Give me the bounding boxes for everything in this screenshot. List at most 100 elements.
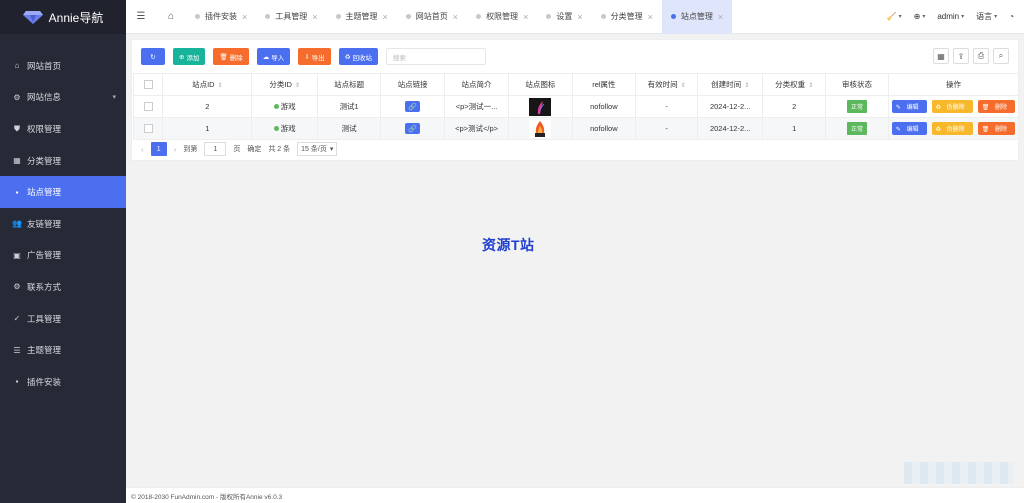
export-table-icon[interactable]: ⇪ bbox=[953, 48, 969, 64]
tab-sites[interactable]: 站点管理 × bbox=[661, 0, 733, 34]
tab-settings[interactable]: 设置 × bbox=[537, 0, 591, 34]
close-icon[interactable]: × bbox=[718, 12, 723, 22]
prev-page-icon[interactable]: ‹ bbox=[141, 145, 144, 154]
delete-row-button[interactable]: 🗑 删除 bbox=[977, 122, 1015, 135]
tab-home[interactable]: 网站首页 × bbox=[397, 0, 467, 34]
globe-button[interactable]: ⊕ ▾ bbox=[914, 12, 926, 21]
soft-delete-button[interactable]: ♻ 伪删除 bbox=[931, 100, 973, 113]
column-header[interactable]: 有效时间 ⇕ bbox=[635, 73, 699, 96]
tab-dot bbox=[600, 14, 606, 19]
status-badge: 正常 bbox=[847, 100, 868, 113]
close-icon[interactable]: × bbox=[242, 12, 247, 22]
import-button[interactable]: ☁ 导入 bbox=[256, 48, 291, 65]
home-icon[interactable]: ⌂ bbox=[156, 0, 186, 34]
sidebar-item-home[interactable]: ⌂ 网站首页 bbox=[0, 50, 126, 82]
delete-button[interactable]: 🗑 删除 bbox=[213, 48, 249, 65]
category-icon: ▦ bbox=[13, 156, 21, 166]
close-icon[interactable]: × bbox=[312, 12, 317, 22]
export-button[interactable]: ⇩ 导出 bbox=[298, 48, 331, 65]
chevron-down-icon: ▾ bbox=[898, 14, 902, 20]
select-all-checkbox[interactable] bbox=[143, 80, 153, 90]
header-label: 有效时间 bbox=[647, 80, 678, 89]
cell-created: 2024-12-2... bbox=[697, 117, 764, 140]
page-input[interactable]: 1 bbox=[204, 142, 227, 156]
edit-button[interactable]: ✎ 编辑 bbox=[891, 100, 927, 113]
shield-icon: ⛊ bbox=[14, 123, 20, 133]
print-icon[interactable]: ⎙ bbox=[973, 48, 989, 64]
cell-id: 1 bbox=[162, 117, 253, 140]
next-page-icon[interactable]: › bbox=[174, 145, 177, 154]
chevron-down-icon: ▾ bbox=[112, 94, 116, 102]
theme-button[interactable]: ◔ bbox=[1009, 12, 1014, 21]
recycle-bin-button[interactable]: ♻ 回收站 bbox=[338, 48, 378, 65]
row-checkbox[interactable] bbox=[143, 124, 153, 134]
row-select-cell[interactable] bbox=[132, 117, 164, 140]
language-menu[interactable]: 语言 ▾ bbox=[976, 11, 997, 22]
sidebar-item-contact[interactable]: ⚙ 联系方式 bbox=[0, 271, 126, 303]
tab-categories[interactable]: 分类管理 × bbox=[592, 0, 662, 34]
sort-icon[interactable]: ⇕ bbox=[744, 83, 749, 89]
gear-icon: ⚙ bbox=[13, 92, 21, 102]
tab-tools[interactable]: 工具管理 × bbox=[256, 0, 326, 34]
sidebar-item-ads[interactable]: ▣ 广告管理 bbox=[0, 240, 126, 272]
link-icon[interactable]: 🔗 bbox=[405, 101, 421, 112]
sort-icon[interactable]: ⇕ bbox=[681, 83, 686, 89]
search-icon[interactable]: ⌕ bbox=[993, 48, 1009, 64]
confirm-button[interactable]: 确定 bbox=[247, 144, 261, 154]
chevron-down-icon: ▾ bbox=[922, 14, 926, 20]
sidebar-item-categories[interactable]: ▦ 分类管理 bbox=[0, 145, 126, 177]
delete-row-button[interactable]: 🗑 删除 bbox=[977, 100, 1015, 113]
clear-cache-button[interactable]: 🧹 ▾ bbox=[887, 12, 902, 21]
column-header[interactable]: 分类ID ⇕ bbox=[251, 73, 318, 96]
current-page[interactable]: 1 bbox=[150, 142, 167, 156]
user-menu[interactable]: admin ▾ bbox=[937, 12, 964, 21]
menu-toggle-icon[interactable]: ☰ bbox=[126, 0, 156, 34]
columns-icon[interactable]: ▦ bbox=[933, 48, 949, 64]
close-icon[interactable]: × bbox=[577, 12, 582, 22]
close-icon[interactable]: × bbox=[523, 12, 528, 22]
cell-title: 测试 bbox=[316, 117, 382, 140]
close-icon[interactable]: × bbox=[453, 12, 458, 22]
sidebar-item-sites[interactable]: ▪ 站点管理 bbox=[0, 176, 126, 208]
tab-permissions[interactable]: 权限管理 × bbox=[467, 0, 537, 34]
link-icon[interactable]: 🔗 bbox=[405, 123, 421, 134]
page-unit-label: 页 bbox=[233, 146, 241, 153]
row-checkbox[interactable] bbox=[143, 102, 153, 112]
diamond-logo-icon bbox=[22, 11, 43, 24]
search-input[interactable]: 搜索 bbox=[386, 48, 486, 65]
home-icon: ⌂ bbox=[14, 61, 20, 71]
column-header[interactable]: 创建时间 ⇕ bbox=[697, 73, 764, 96]
logo[interactable]: Annie导航 bbox=[0, 0, 126, 34]
refresh-button[interactable]: ↻ bbox=[141, 48, 165, 65]
site-icon-image[interactable] bbox=[529, 97, 552, 116]
site-icon-image[interactable] bbox=[529, 119, 552, 138]
delete-label: 删除 bbox=[229, 54, 243, 62]
tab-themes[interactable]: 主题管理 × bbox=[327, 0, 397, 34]
tab-plugins[interactable]: 插件安装 × bbox=[186, 0, 256, 34]
sidebar-item-themes[interactable]: ☰ 主题管理 bbox=[0, 334, 126, 366]
close-icon[interactable]: × bbox=[648, 12, 653, 22]
sidebar-item-tools[interactable]: ✓ 工具管理 bbox=[0, 303, 126, 335]
page-size-select[interactable]: 15 条/页 ▾ bbox=[297, 142, 338, 156]
cell-category: 游戏 bbox=[251, 95, 318, 118]
edit-button[interactable]: ✎ 编辑 bbox=[891, 122, 927, 135]
sort-icon[interactable]: ⇕ bbox=[295, 83, 300, 89]
image-icon: ▣ bbox=[13, 250, 21, 260]
select-all-cell[interactable] bbox=[132, 73, 164, 96]
status-dot bbox=[273, 104, 279, 109]
sidebar-item-permissions[interactable]: ⛊ 权限管理 bbox=[0, 113, 126, 145]
sidebar-item-plugins[interactable]: ▪ 插件安装 bbox=[0, 366, 126, 398]
column-header[interactable]: 站点ID ⇕ bbox=[162, 73, 253, 96]
close-icon[interactable]: × bbox=[383, 12, 388, 22]
sidebar-item-friend-links[interactable]: 👥 友链管理 bbox=[0, 208, 126, 240]
sort-icon[interactable]: ⇕ bbox=[218, 83, 223, 89]
soft-delete-button[interactable]: ♻ 伪删除 bbox=[931, 122, 973, 135]
page-size-label: 15 条/页 bbox=[301, 146, 327, 153]
sort-icon[interactable]: ⇕ bbox=[808, 83, 813, 89]
column-header[interactable]: 分类权重 ⇕ bbox=[762, 73, 827, 96]
column-header: rel属性 bbox=[571, 73, 637, 96]
edit-label: 编辑 bbox=[906, 105, 919, 111]
row-select-cell[interactable] bbox=[132, 95, 164, 118]
add-button[interactable]: ⊕ 添加 bbox=[173, 48, 206, 65]
sidebar-item-site-info[interactable]: ⚙ 网站信息 ▾ bbox=[0, 82, 126, 114]
